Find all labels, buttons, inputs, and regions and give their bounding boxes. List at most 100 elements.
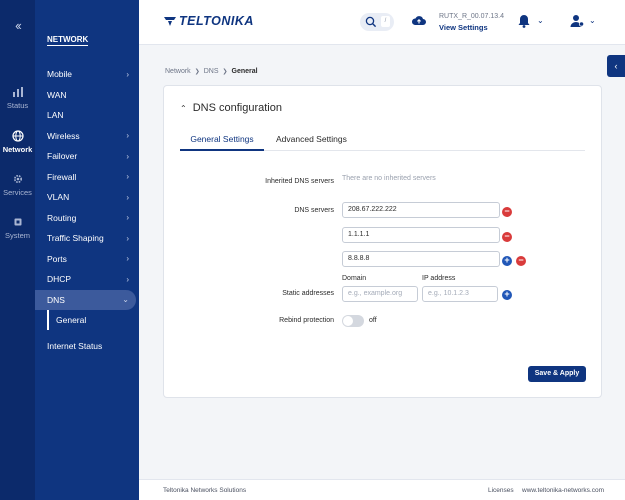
breadcrumb-general: General bbox=[231, 68, 258, 75]
rail-item-label: Network bbox=[2, 145, 33, 154]
rebind-protection-state: off bbox=[369, 317, 377, 324]
rail-item-status[interactable]: Status bbox=[0, 86, 35, 110]
save-apply-button[interactable]: Save & Apply bbox=[528, 366, 586, 382]
nav-item-wan[interactable]: WAN bbox=[35, 85, 139, 106]
nav-item-label: Firewall bbox=[47, 171, 77, 182]
nav-item-firewall[interactable]: Firewall › bbox=[35, 167, 139, 188]
chevron-down-icon[interactable]: ⌄ bbox=[589, 16, 596, 25]
chevron-right-icon: › bbox=[126, 131, 129, 141]
chevron-down-icon: ⌄ bbox=[122, 295, 129, 305]
section-header[interactable]: ⌃ DNS configuration bbox=[180, 102, 282, 114]
side-panel-toggle[interactable]: ‹ bbox=[607, 55, 625, 77]
search-button[interactable]: / bbox=[360, 13, 394, 31]
section-title: DNS configuration bbox=[192, 102, 282, 114]
chevron-down-icon[interactable]: ⌄ bbox=[537, 16, 544, 25]
website-link[interactable]: www.teltonika-networks.com bbox=[522, 487, 604, 494]
chevron-right-icon: › bbox=[126, 69, 129, 79]
nav-item-label: WAN bbox=[47, 89, 67, 100]
nav-item-label: VLAN bbox=[47, 192, 70, 203]
nav-item-traffic-shaping[interactable]: Traffic Shaping › bbox=[35, 228, 139, 249]
search-icon bbox=[365, 16, 377, 28]
nav-item-routing[interactable]: Routing › bbox=[35, 208, 139, 229]
nav-item-failover[interactable]: Failover › bbox=[35, 146, 139, 167]
footer-company: Teltonika Networks Solutions bbox=[163, 487, 247, 494]
rail-item-network[interactable]: Network bbox=[0, 130, 35, 154]
footer: Teltonika Networks Solutions Licenses ww… bbox=[139, 479, 625, 500]
chevron-right-icon: › bbox=[126, 254, 129, 264]
dns-server-field[interactable]: 208.67.222.222 bbox=[342, 202, 500, 218]
nav-item-label: LAN bbox=[47, 110, 64, 121]
chevron-right-icon: › bbox=[126, 172, 129, 182]
remove-dns-server-button[interactable]: − bbox=[502, 207, 512, 217]
logo-text: TELTONIKA bbox=[179, 14, 254, 28]
chevron-right-icon: › bbox=[126, 274, 129, 284]
nav-item-lan[interactable]: LAN bbox=[35, 105, 139, 126]
nav-item-label: Ports bbox=[47, 253, 67, 264]
chevron-right-icon: › bbox=[126, 192, 129, 202]
chevron-right-icon: › bbox=[126, 213, 129, 223]
top-bar: TELTONIKA / RUTX_R_00.07.13.4 View Setti… bbox=[139, 0, 625, 45]
inherited-dns-value: There are no inherited servers bbox=[342, 175, 436, 182]
dns-servers-label: DNS servers bbox=[294, 207, 334, 214]
nav-item-label: Routing bbox=[47, 212, 77, 223]
nav-item-dns[interactable]: DNS ⌄ bbox=[35, 289, 136, 310]
add-static-address-button[interactable]: + bbox=[502, 290, 512, 300]
rail-item-label: System bbox=[4, 231, 30, 240]
chevron-right-icon: ❯ bbox=[194, 69, 200, 75]
rebind-protection-toggle[interactable] bbox=[342, 315, 364, 327]
toggle-knob bbox=[343, 316, 353, 326]
nav-item-dhcp[interactable]: DHCP › bbox=[35, 269, 139, 290]
icon-rail: ‹‹ Status Network Services System bbox=[0, 0, 35, 500]
domain-input[interactable]: e.g., example.org bbox=[342, 286, 418, 302]
dns-server-field[interactable]: 8.8.8.8 bbox=[342, 251, 500, 267]
breadcrumb-network[interactable]: Network bbox=[165, 68, 191, 75]
globe-icon bbox=[11, 130, 24, 142]
rebind-protection-label: Rebind protection bbox=[279, 317, 334, 324]
chip-icon bbox=[14, 218, 21, 226]
static-addresses-label: Static addresses bbox=[282, 290, 334, 297]
rail-item-system[interactable]: System bbox=[0, 216, 35, 240]
dns-configuration-card: ⌃ DNS configuration General Settings Adv… bbox=[163, 85, 602, 398]
ip-column-header: IP address bbox=[422, 275, 456, 282]
domain-column-header: Domain bbox=[342, 275, 367, 282]
ip-address-input[interactable]: e.g., 10.1.2.3 bbox=[422, 286, 498, 302]
chevron-right-icon: › bbox=[126, 151, 129, 161]
nav-list: Mobile › WAN LAN Wireless › Failover › Fire… bbox=[35, 64, 139, 359]
chevron-right-icon: › bbox=[126, 233, 129, 243]
view-settings-link[interactable]: View Settings bbox=[439, 23, 488, 32]
nav-item-ports[interactable]: Ports › bbox=[35, 249, 139, 270]
licenses-link[interactable]: Licenses bbox=[488, 487, 514, 494]
remove-dns-server-button[interactable]: − bbox=[516, 256, 526, 266]
breadcrumb-dns[interactable]: DNS bbox=[204, 68, 219, 75]
nav-item-internet-status[interactable]: Internet Status bbox=[35, 333, 139, 359]
nav-item-label: Wireless bbox=[47, 130, 80, 141]
user-settings-icon[interactable] bbox=[569, 13, 585, 29]
firmware-version: RUTX_R_00.07.13.4 bbox=[439, 13, 504, 20]
nav-subitem-general[interactable]: General bbox=[47, 310, 139, 330]
status-icon bbox=[12, 87, 23, 97]
dns-server-field[interactable]: 1.1.1.1 bbox=[342, 227, 500, 243]
add-dns-server-button[interactable]: + bbox=[502, 256, 512, 266]
nav-item-label: DNS bbox=[47, 294, 65, 305]
nav-item-wireless[interactable]: Wireless › bbox=[35, 126, 139, 147]
chevron-up-icon[interactable]: ⌃ bbox=[180, 104, 187, 113]
nav-item-label: Mobile bbox=[47, 69, 73, 80]
teltonika-logo[interactable]: TELTONIKA bbox=[163, 14, 254, 28]
rail-item-label: Status bbox=[6, 101, 29, 110]
settings-tabs: General Settings Advanced Settings bbox=[180, 129, 585, 151]
network-nav: NETWORK Mobile › WAN LAN Wireless › Failov… bbox=[35, 0, 139, 500]
breadcrumb: Network ❯ DNS ❯ General bbox=[165, 68, 258, 75]
nav-item-vlan[interactable]: VLAN › bbox=[35, 187, 139, 208]
cloud-upload-icon[interactable] bbox=[411, 14, 427, 28]
tab-advanced-settings[interactable]: Advanced Settings bbox=[276, 134, 347, 144]
rail-item-label: Services bbox=[3, 188, 32, 197]
inherited-dns-label: Inherited DNS servers bbox=[265, 178, 334, 185]
tab-general-settings[interactable]: General Settings bbox=[180, 134, 264, 151]
collapse-menu-icon[interactable]: ‹‹ bbox=[0, 18, 35, 33]
rail-item-services[interactable]: Services bbox=[0, 173, 35, 197]
nav-item-mobile[interactable]: Mobile › bbox=[35, 64, 139, 85]
bell-icon[interactable] bbox=[517, 13, 531, 29]
nav-title: NETWORK bbox=[47, 35, 89, 46]
gear-icon bbox=[13, 174, 22, 184]
remove-dns-server-button[interactable]: − bbox=[502, 232, 512, 242]
